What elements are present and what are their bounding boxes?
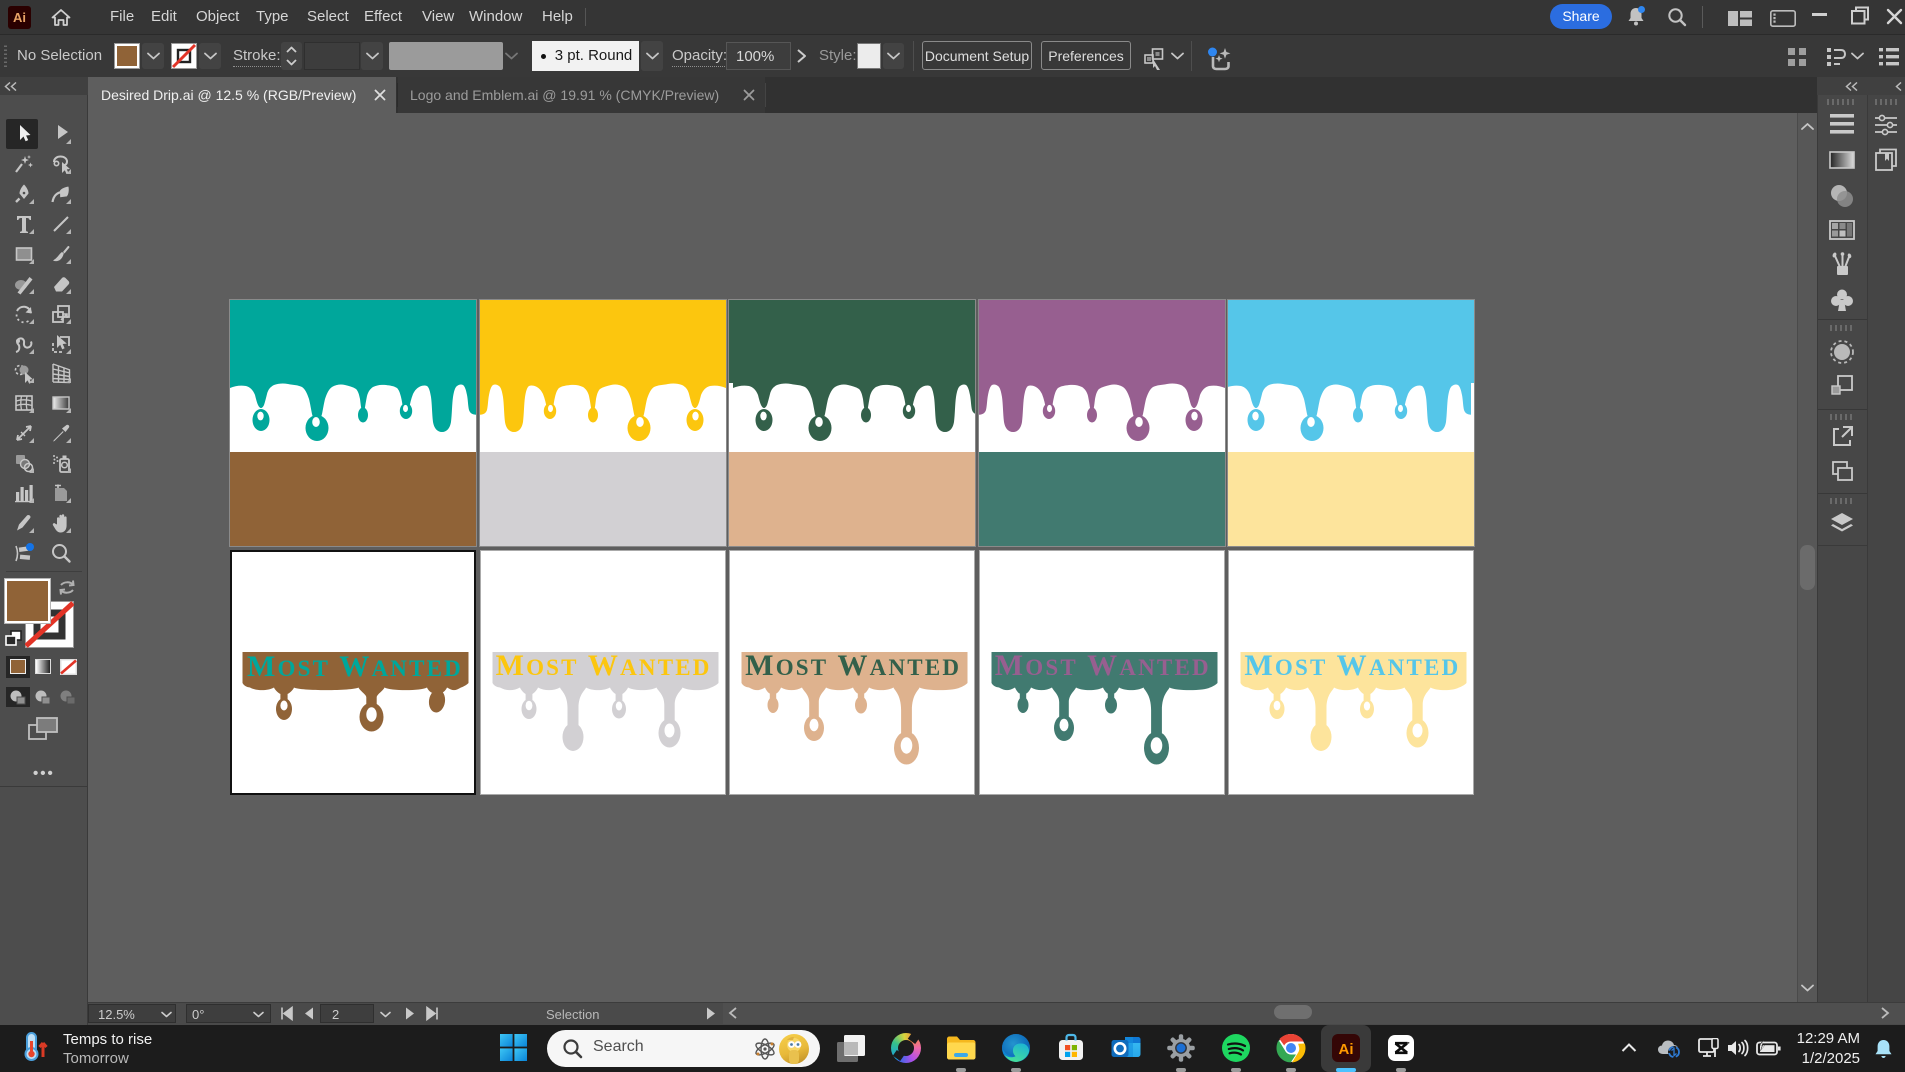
svg-text:Ai: Ai	[1338, 1041, 1353, 1058]
